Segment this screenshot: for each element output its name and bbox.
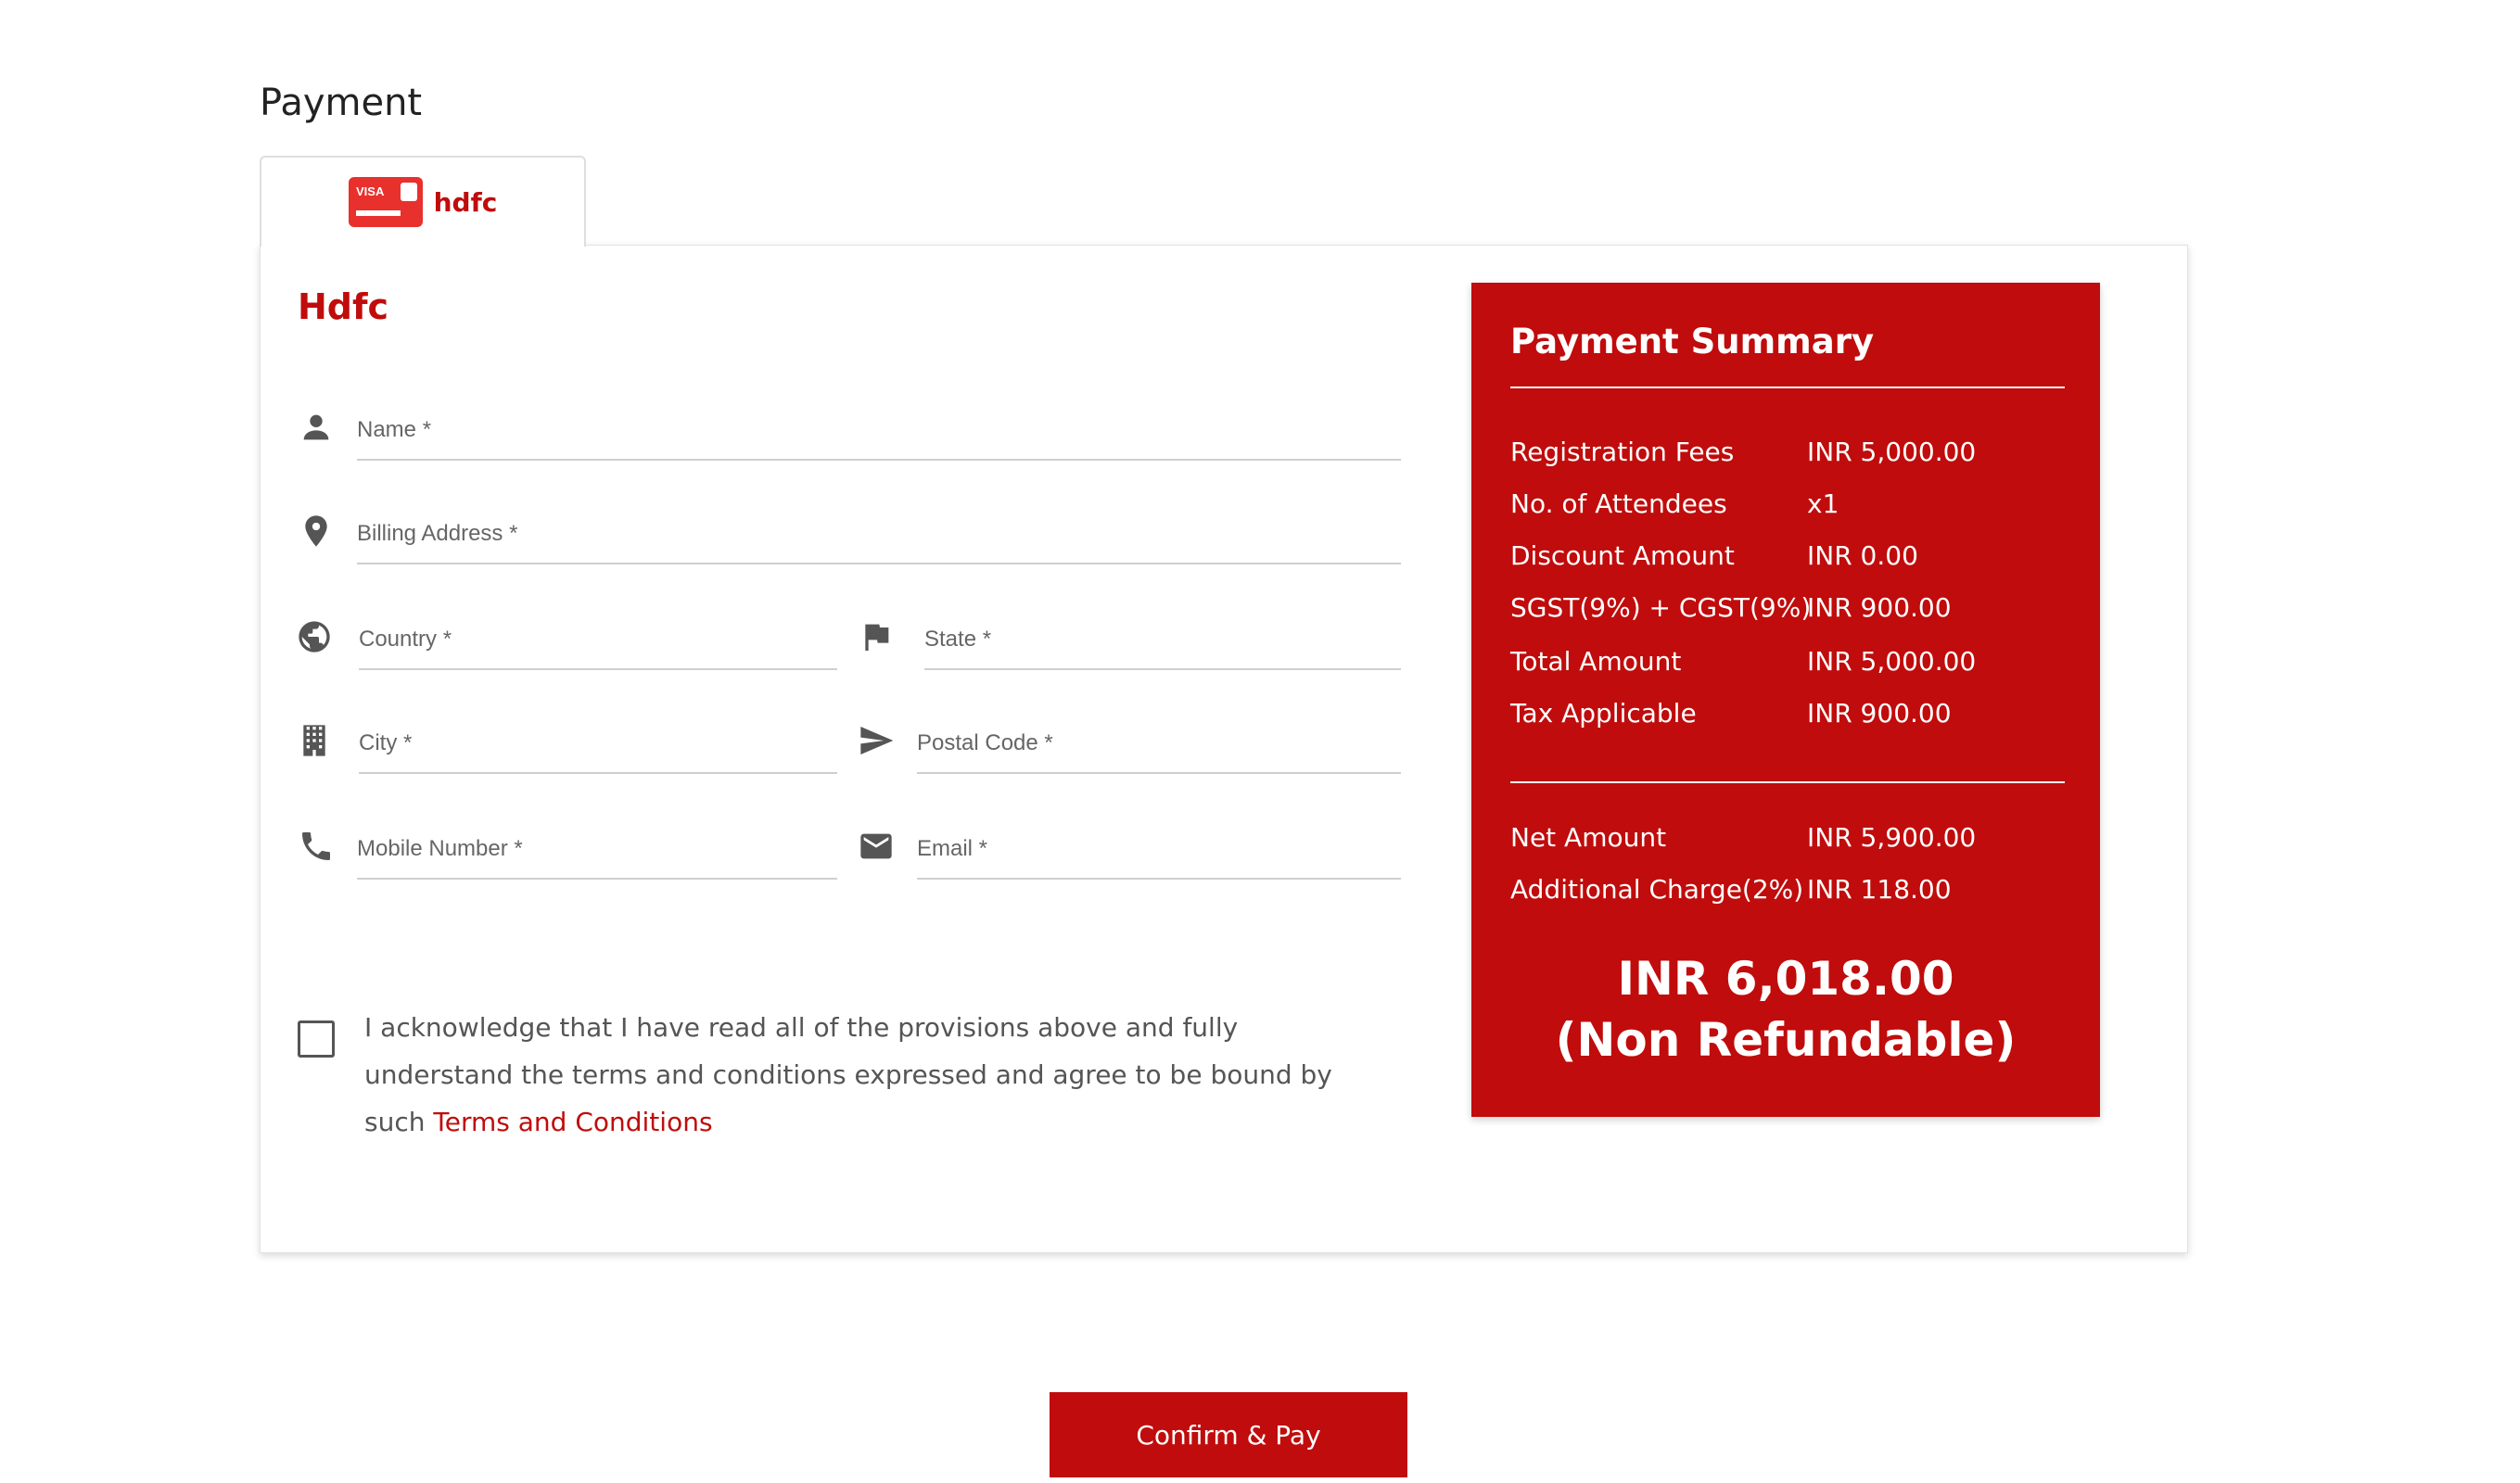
summary-row-label: Discount Amount <box>1510 540 1735 571</box>
summary-row-label: Registration Fees <box>1510 437 1735 467</box>
name-input[interactable] <box>357 394 1401 461</box>
confirm-pay-button[interactable]: Confirm & Pay <box>1050 1392 1407 1477</box>
send-icon <box>858 722 895 759</box>
summary-row-label: No. of Attendees <box>1510 488 1727 519</box>
tab-hdfc[interactable]: VISA hdfc <box>260 156 586 247</box>
summary-row: Discount Amount INR 0.00 <box>1510 540 2067 577</box>
acknowledge-checkbox[interactable] <box>298 1020 335 1058</box>
summary-row-label: Additional Charge(2%) <box>1510 874 1804 905</box>
summary-row-value: INR 0.00 <box>1807 540 1918 571</box>
summary-row: Net Amount INR 5,900.00 <box>1510 822 2067 859</box>
summary-row: Additional Charge(2%) INR 118.00 <box>1510 874 2067 911</box>
state-input[interactable] <box>924 603 1401 670</box>
country-field <box>296 603 837 670</box>
building-icon <box>296 722 333 759</box>
summary-divider <box>1510 781 2065 783</box>
summary-row-label: Tax Applicable <box>1510 698 1697 729</box>
city-field <box>296 707 837 774</box>
postal-code-input[interactable] <box>917 707 1401 774</box>
mail-icon <box>858 828 895 865</box>
location-pin-icon <box>298 513 335 550</box>
flag-icon <box>858 618 895 655</box>
summary-row-label: Total Amount <box>1510 646 1682 677</box>
summary-title: Payment Summary <box>1510 322 1875 361</box>
summary-row: Tax Applicable INR 900.00 <box>1510 698 2067 735</box>
summary-row-value: INR 5,000.00 <box>1807 646 1977 677</box>
terms-link[interactable]: Terms and Conditions <box>433 1107 712 1137</box>
grand-total: INR 6,018.00 (Non Refundable) <box>1471 948 2100 1071</box>
svg-text:VISA: VISA <box>356 184 385 198</box>
globe-icon <box>296 618 333 655</box>
summary-row: SGST(9%) + CGST(9%) INR 900.00 <box>1510 592 2067 629</box>
summary-divider <box>1510 387 2065 388</box>
payment-summary: Payment Summary Registration Fees INR 5,… <box>1471 283 2100 1117</box>
email-input[interactable] <box>917 813 1401 880</box>
billing-address-input[interactable] <box>357 498 1401 564</box>
summary-row: Total Amount INR 5,000.00 <box>1510 646 2067 683</box>
summary-row-value: INR 900.00 <box>1807 592 1952 623</box>
mobile-input[interactable] <box>357 813 837 880</box>
state-field <box>858 603 1401 670</box>
summary-row-value: INR 5,000.00 <box>1807 437 1977 467</box>
person-icon <box>298 409 335 446</box>
billing-address-field <box>298 498 1401 564</box>
city-input[interactable] <box>359 707 837 774</box>
email-field <box>858 813 1401 880</box>
acknowledgement-text: I acknowledge that I have read all of th… <box>364 1004 1356 1146</box>
summary-row-label: Net Amount <box>1510 822 1667 853</box>
summary-row-value: INR 900.00 <box>1807 698 1952 729</box>
page-title: Payment <box>260 82 423 124</box>
form-title: Hdfc <box>298 286 389 327</box>
grand-total-amount: INR 6,018.00 <box>1617 952 1954 1006</box>
visa-card-icon: VISA <box>348 177 423 227</box>
summary-row-value: INR 118.00 <box>1807 874 1952 905</box>
payment-card: Hdfc Name * Billing Address * Country * … <box>260 245 2188 1253</box>
summary-row: Registration Fees INR 5,000.00 <box>1510 437 2067 474</box>
summary-row-value: x1 <box>1807 488 1839 519</box>
postal-code-field <box>858 707 1401 774</box>
refund-note: (Non Refundable) <box>1555 1013 2017 1067</box>
summary-row: No. of Attendees x1 <box>1510 488 2067 526</box>
mobile-field <box>298 813 837 880</box>
tab-label: hdfc <box>433 186 498 218</box>
name-field <box>298 394 1401 461</box>
country-input[interactable] <box>359 603 837 670</box>
phone-icon <box>298 828 335 865</box>
summary-row-value: INR 5,900.00 <box>1807 822 1977 853</box>
summary-row-label: SGST(9%) + CGST(9%) <box>1510 592 1812 623</box>
